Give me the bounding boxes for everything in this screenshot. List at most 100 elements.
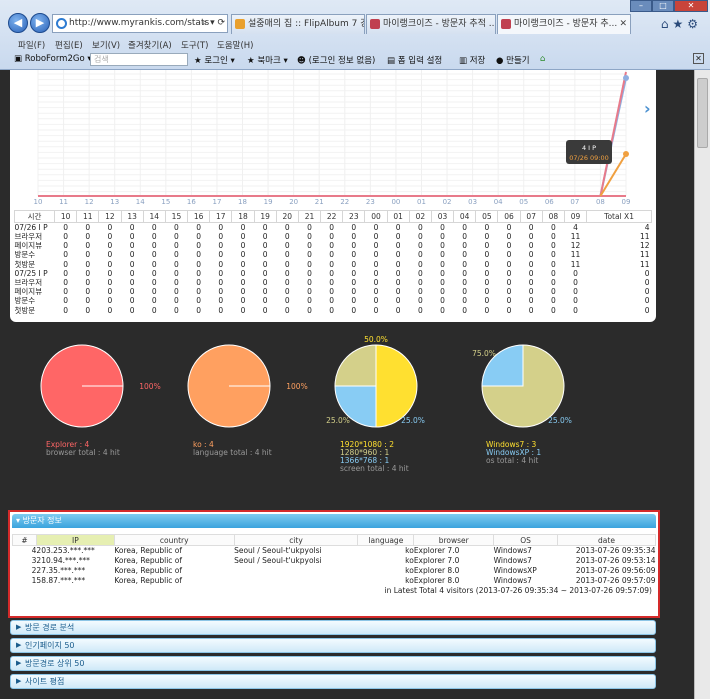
visitor-footer: in Latest Total 4 visitors (2013-07-26 0… xyxy=(384,586,652,595)
table-cell: 2013-07-26 09:56:09 xyxy=(575,566,656,575)
table-cell: 0 xyxy=(307,250,312,260)
table-cell: 0 xyxy=(484,305,490,315)
roboform-button[interactable]: ▣ RoboForm2Go ▾ xyxy=(14,54,92,64)
pie-percent-label: 100% xyxy=(139,382,160,391)
tab-2[interactable]: 마이랭크이즈 - 방문자 추적 ... xyxy=(366,14,496,34)
menu-favorites[interactable]: 즐겨찾기(A) xyxy=(128,39,172,51)
tab-3-active[interactable]: 마이랭크이즈 - 방문자 추... ✕ xyxy=(497,14,631,34)
table-cell: 0 xyxy=(307,232,312,242)
sortable-column-header[interactable]: OS xyxy=(493,534,559,546)
table-cell: 0 xyxy=(196,296,201,306)
bookmark-button[interactable]: ★ 북마크 ▾ xyxy=(247,54,288,66)
sortable-column-header[interactable]: browser xyxy=(413,534,495,546)
table-cell: 0 xyxy=(417,296,423,306)
scrollbar-thumb[interactable] xyxy=(697,78,708,148)
table-cell: 0 xyxy=(196,223,201,232)
sortable-column-header[interactable]: city xyxy=(233,534,359,546)
table-cell: 0 xyxy=(484,241,490,251)
home-icon[interactable]: ⌂ xyxy=(661,17,673,31)
table-cell: 0 xyxy=(462,250,468,260)
tab-1[interactable]: 설중매의 집 :: FlipAlbum 7 강... xyxy=(231,14,365,34)
chart-next-arrow-icon[interactable]: › xyxy=(644,99,651,118)
column-header: 03 xyxy=(430,210,455,223)
home-icon[interactable]: ⌂ xyxy=(540,54,545,64)
table-cell: 0 xyxy=(417,259,423,269)
menu-edit[interactable]: 편집(E) xyxy=(55,39,83,51)
column-header: 13 xyxy=(120,210,144,223)
table-row[interactable]: 4 203.253.***.*** Korea, Republic of Seoul … xyxy=(13,546,656,556)
table-cell: 0 xyxy=(417,250,423,260)
table-cell: 0 xyxy=(484,278,490,288)
section-site-rating[interactable]: ▶ 사이트 평점 xyxy=(10,674,656,689)
sortable-column-header[interactable]: language xyxy=(357,534,415,546)
table-cell: 0 xyxy=(284,223,290,232)
address-tools-icon[interactable]: ⌕ ▾ ⟳ xyxy=(202,15,225,32)
column-header: 00 xyxy=(364,210,388,223)
make-label: 만들기 xyxy=(506,56,530,66)
settings-gear-icon[interactable]: ⚙ xyxy=(687,17,702,31)
section-popular-pages[interactable]: ▶ 인기페이지 50 xyxy=(10,638,656,653)
close-window-icon[interactable]: ✕ xyxy=(674,0,708,12)
sortable-column-header[interactable]: # xyxy=(12,534,37,546)
close-toolbar-icon[interactable]: ✕ xyxy=(693,53,704,64)
column-header: Total X1 xyxy=(586,210,652,223)
table-cell: 0 xyxy=(107,250,113,260)
table-row[interactable]: 2 27.35.***.*** Korea, Republic of ko Explor… xyxy=(13,566,656,576)
table-cell: 0 xyxy=(329,250,335,260)
close-tab-icon[interactable]: ✕ xyxy=(619,15,627,34)
pie-percent-label: 50.0% xyxy=(364,335,388,344)
ie-icon xyxy=(56,18,67,29)
section-top-paths[interactable]: ▶ 방문경로 상위 50 xyxy=(10,656,656,671)
menu-view[interactable]: 보기(V) xyxy=(92,39,120,51)
row-label: 페이지뷰 xyxy=(14,287,43,297)
menu-help[interactable]: 도움말(H) xyxy=(217,39,253,51)
back-button[interactable]: ◀ xyxy=(8,13,28,33)
table-cell: 0 xyxy=(573,296,578,306)
section-visit-path[interactable]: ▶ 방문 경로 분석 xyxy=(10,620,656,635)
address-bar[interactable]: http://www.myrankis.com/stats ⌕ ▾ ⟳ xyxy=(52,14,228,33)
x-tick-label: 10 xyxy=(34,198,43,206)
table-cell: 0 xyxy=(129,223,135,232)
scrollbar[interactable] xyxy=(694,70,710,699)
visitor-panel-header[interactable]: ▾ 방문자 정보 xyxy=(12,514,656,528)
sortable-column-header[interactable]: country xyxy=(113,534,235,546)
table-cell: 0 xyxy=(174,223,179,232)
table-cell xyxy=(234,576,358,586)
table-cell: 0 xyxy=(129,232,135,242)
form-settings-button[interactable]: ▤ 폼 입력 설정 xyxy=(387,54,442,66)
menu-tools[interactable]: 도구(T) xyxy=(181,39,208,51)
table-cell: 0 xyxy=(351,232,357,242)
table-cell: 0 xyxy=(129,241,135,251)
hourly-stats-card: 10 11 12 13 14 15 16 17 18 19 20 21 22 23 00 01 02 03 04 05… xyxy=(10,70,656,322)
table-cell: 0 xyxy=(63,232,68,242)
table-cell: 0 xyxy=(395,259,401,269)
table-row: 첫방문 0 0 0 0 0 0 0 0 0 0 0 0 0 0 0 0 0 0 0 0 0 0 0 11 11 xyxy=(15,260,652,269)
save-button[interactable]: ▥ 저장 xyxy=(459,54,485,66)
make-button[interactable]: ● 만들기 xyxy=(496,54,530,66)
column-header: 05 xyxy=(475,210,499,223)
search-input[interactable]: 검색 xyxy=(90,53,188,66)
login-info-button[interactable]: ☻ (로그인 정보 없음) xyxy=(297,54,375,66)
row-label: 07/25 I P xyxy=(14,268,48,278)
table-cell: 11 xyxy=(639,250,650,260)
table-row: 방문수 0 0 0 0 0 0 0 0 0 0 0 0 0 0 0 0 0 0 0 0 0 0 0 0 0 xyxy=(15,296,652,305)
table-cell: 0 xyxy=(506,296,512,306)
pie-percent-label: 100% xyxy=(286,382,307,391)
table-row[interactable]: 3 210.94.***.*** Korea, Republic of Seoul /… xyxy=(13,556,656,566)
table-cell: 0 xyxy=(351,223,357,232)
table-row[interactable]: 1 58.87.***.*** Korea, Republic of ko Explor… xyxy=(13,576,656,586)
table-cell: 0 xyxy=(550,296,556,306)
expand-icon: ▶ xyxy=(16,677,22,685)
minimize-icon[interactable]: – xyxy=(630,0,652,12)
menu-file[interactable]: 파일(F) xyxy=(18,39,45,51)
x-tick-label: 05 xyxy=(519,198,528,206)
favorites-star-icon[interactable]: ★ xyxy=(672,17,687,31)
sortable-column-header[interactable]: date xyxy=(557,534,656,546)
sortable-column-header[interactable]: IP xyxy=(35,534,115,546)
login-button[interactable]: ★ 로그인 ▾ xyxy=(194,54,235,66)
table-cell: 0 xyxy=(262,223,268,232)
maximize-icon[interactable]: □ xyxy=(652,0,674,12)
table-row: 페이지뷰 0 0 0 0 0 0 0 0 0 0 0 0 0 0 0 0 0 0 0 0 0 0 0 12 12 xyxy=(15,241,652,250)
table-cell: Explorer 7.0 xyxy=(413,556,460,565)
forward-button[interactable]: ▶ xyxy=(30,13,50,33)
